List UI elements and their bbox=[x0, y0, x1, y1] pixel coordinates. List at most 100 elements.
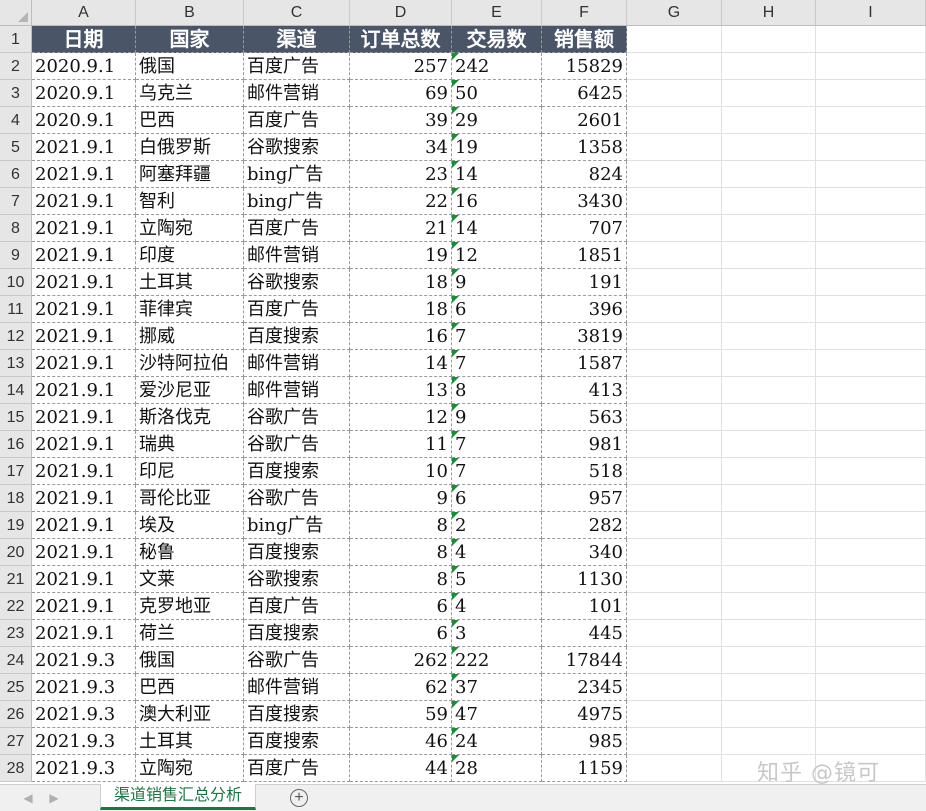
table-cell[interactable]: 7 bbox=[452, 323, 542, 350]
table-cell[interactable]: 1159 bbox=[542, 755, 627, 782]
table-cell[interactable]: 印尼 bbox=[136, 458, 244, 485]
empty-cell[interactable] bbox=[627, 215, 722, 242]
table-cell[interactable]: 2021.9.3 bbox=[32, 701, 136, 728]
table-cell[interactable]: 百度搜索 bbox=[244, 620, 350, 647]
table-cell[interactable]: 413 bbox=[542, 377, 627, 404]
table-cell[interactable]: 巴西 bbox=[136, 674, 244, 701]
empty-cell[interactable] bbox=[627, 323, 722, 350]
empty-cell[interactable] bbox=[816, 161, 926, 188]
column-header-f[interactable]: F bbox=[542, 0, 627, 26]
table-cell[interactable]: 澳大利亚 bbox=[136, 701, 244, 728]
table-cell[interactable]: 百度广告 bbox=[244, 593, 350, 620]
table-cell[interactable]: 百度广告 bbox=[244, 296, 350, 323]
table-cell[interactable]: 2021.9.1 bbox=[32, 431, 136, 458]
table-cell[interactable]: 2021.9.1 bbox=[32, 404, 136, 431]
table-cell[interactable]: 2021.9.1 bbox=[32, 323, 136, 350]
table-cell[interactable]: 百度广告 bbox=[244, 53, 350, 80]
prev-sheet-arrow-icon[interactable]: ◀ bbox=[20, 789, 36, 807]
table-cell[interactable]: 11 bbox=[350, 431, 452, 458]
empty-cell[interactable] bbox=[816, 134, 926, 161]
table-cell[interactable]: 1358 bbox=[542, 134, 627, 161]
empty-cell[interactable] bbox=[627, 296, 722, 323]
table-cell[interactable]: 16 bbox=[350, 323, 452, 350]
row-header[interactable]: 7 bbox=[0, 188, 32, 215]
empty-cell[interactable] bbox=[722, 458, 816, 485]
empty-cell[interactable] bbox=[627, 377, 722, 404]
row-header[interactable]: 15 bbox=[0, 404, 32, 431]
table-cell[interactable]: 2021.9.3 bbox=[32, 755, 136, 782]
table-cell[interactable]: 396 bbox=[542, 296, 627, 323]
table-cell[interactable]: 257 bbox=[350, 53, 452, 80]
row-header[interactable]: 5 bbox=[0, 134, 32, 161]
table-cell[interactable]: 21 bbox=[350, 215, 452, 242]
table-cell[interactable]: 2021.9.1 bbox=[32, 350, 136, 377]
table-cell[interactable]: 191 bbox=[542, 269, 627, 296]
column-header-d[interactable]: D bbox=[350, 0, 452, 26]
table-cell[interactable]: 2021.9.3 bbox=[32, 647, 136, 674]
row-header[interactable]: 17 bbox=[0, 458, 32, 485]
table-cell[interactable]: 埃及 bbox=[136, 512, 244, 539]
table-cell[interactable]: 15829 bbox=[542, 53, 627, 80]
row-header[interactable]: 12 bbox=[0, 323, 32, 350]
empty-cell[interactable] bbox=[816, 458, 926, 485]
table-cell[interactable]: 3 bbox=[452, 620, 542, 647]
empty-cell[interactable] bbox=[816, 269, 926, 296]
empty-cell[interactable] bbox=[722, 107, 816, 134]
empty-cell[interactable] bbox=[722, 647, 816, 674]
table-cell[interactable]: 土耳其 bbox=[136, 269, 244, 296]
table-header-cell[interactable]: 订单总数 bbox=[350, 26, 452, 53]
table-cell[interactable]: 518 bbox=[542, 458, 627, 485]
table-cell[interactable]: bing广告 bbox=[244, 512, 350, 539]
table-cell[interactable]: 谷歌广告 bbox=[244, 485, 350, 512]
table-cell[interactable]: 17844 bbox=[542, 647, 627, 674]
table-cell[interactable]: 谷歌搜索 bbox=[244, 134, 350, 161]
table-cell[interactable]: 8 bbox=[350, 539, 452, 566]
empty-cell[interactable] bbox=[627, 485, 722, 512]
table-cell[interactable]: 9 bbox=[452, 404, 542, 431]
table-cell[interactable]: 47 bbox=[452, 701, 542, 728]
table-cell[interactable]: 18 bbox=[350, 296, 452, 323]
table-cell[interactable]: 百度搜索 bbox=[244, 701, 350, 728]
table-cell[interactable]: 百度广告 bbox=[244, 107, 350, 134]
empty-cell[interactable] bbox=[627, 512, 722, 539]
empty-cell[interactable] bbox=[627, 80, 722, 107]
empty-cell[interactable] bbox=[627, 431, 722, 458]
table-cell[interactable]: 2021.9.1 bbox=[32, 620, 136, 647]
table-cell[interactable]: 14 bbox=[350, 350, 452, 377]
table-cell[interactable]: 9 bbox=[350, 485, 452, 512]
empty-cell[interactable] bbox=[722, 620, 816, 647]
row-header[interactable]: 27 bbox=[0, 728, 32, 755]
table-cell[interactable]: 262 bbox=[350, 647, 452, 674]
row-header[interactable]: 2 bbox=[0, 53, 32, 80]
row-header[interactable]: 28 bbox=[0, 755, 32, 782]
empty-cell[interactable] bbox=[627, 701, 722, 728]
empty-cell[interactable] bbox=[816, 512, 926, 539]
row-header[interactable]: 23 bbox=[0, 620, 32, 647]
empty-cell[interactable] bbox=[627, 674, 722, 701]
row-header[interactable]: 19 bbox=[0, 512, 32, 539]
table-cell[interactable]: 2601 bbox=[542, 107, 627, 134]
empty-cell[interactable] bbox=[722, 701, 816, 728]
sheet-tab-active[interactable]: 渠道销售汇总分析 bbox=[100, 784, 256, 810]
table-cell[interactable]: 4 bbox=[452, 539, 542, 566]
table-cell[interactable]: 37 bbox=[452, 674, 542, 701]
select-all-corner[interactable] bbox=[0, 0, 32, 26]
table-cell[interactable]: 985 bbox=[542, 728, 627, 755]
empty-cell[interactable] bbox=[627, 26, 722, 53]
table-cell[interactable]: 2021.9.1 bbox=[32, 593, 136, 620]
table-cell[interactable]: 克罗地亚 bbox=[136, 593, 244, 620]
empty-cell[interactable] bbox=[722, 134, 816, 161]
table-cell[interactable]: 2021.9.1 bbox=[32, 458, 136, 485]
table-cell[interactable]: 8 bbox=[350, 512, 452, 539]
table-cell[interactable]: 谷歌广告 bbox=[244, 647, 350, 674]
row-header[interactable]: 22 bbox=[0, 593, 32, 620]
next-sheet-arrow-icon[interactable]: ▶ bbox=[46, 789, 62, 807]
table-cell[interactable]: 斯洛伐克 bbox=[136, 404, 244, 431]
table-cell[interactable]: 菲律宾 bbox=[136, 296, 244, 323]
empty-cell[interactable] bbox=[816, 242, 926, 269]
table-cell[interactable]: 哥伦比亚 bbox=[136, 485, 244, 512]
empty-cell[interactable] bbox=[722, 269, 816, 296]
table-cell[interactable]: 秘鲁 bbox=[136, 539, 244, 566]
table-header-cell[interactable]: 日期 bbox=[32, 26, 136, 53]
table-cell[interactable]: 14 bbox=[452, 161, 542, 188]
